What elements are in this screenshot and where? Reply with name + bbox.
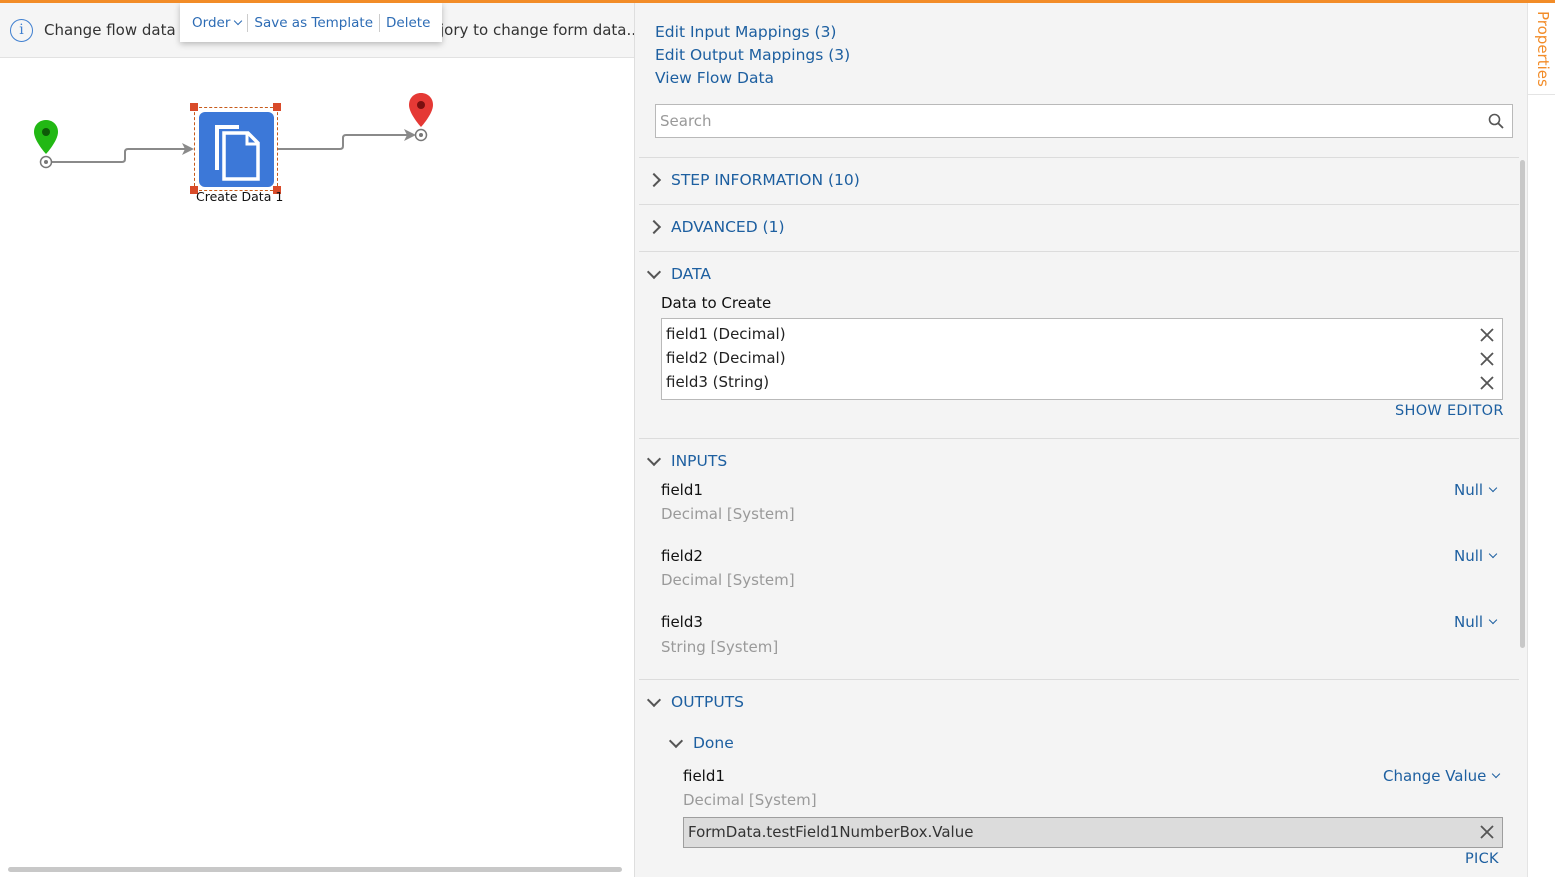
output-path-done[interactable]: Done xyxy=(668,733,734,752)
input-field-name: field2 xyxy=(661,547,703,565)
side-tab-strip: Properties xyxy=(1527,3,1555,877)
resize-handle[interactable] xyxy=(190,103,198,111)
input-value-dropdown[interactable]: Null xyxy=(1454,547,1498,565)
chevron-down-icon xyxy=(646,451,662,466)
resize-handle[interactable] xyxy=(273,103,281,111)
input-field-type: Decimal [System] xyxy=(661,571,795,589)
section-divider xyxy=(639,679,1519,680)
search-icon[interactable] xyxy=(1488,113,1504,129)
change-value-dropdown[interactable]: Change Value xyxy=(1383,767,1501,785)
section-divider xyxy=(639,157,1519,158)
chevron-down-icon xyxy=(646,264,662,279)
section-divider xyxy=(639,251,1519,252)
chevron-down-icon xyxy=(234,16,243,25)
output-value-text: FormData.testField1NumberBox.Value xyxy=(688,823,974,841)
chevron-down-icon xyxy=(1488,615,1498,625)
section-divider xyxy=(639,204,1519,205)
chevron-down-icon xyxy=(668,733,684,748)
data-to-create-list: field1 (Decimal) field2 (Decimal) field3… xyxy=(661,318,1503,400)
properties-panel: Edit Input Mappings (3) Edit Output Mapp… xyxy=(634,3,1527,877)
section-title: INPUTS xyxy=(671,452,728,470)
properties-tab[interactable]: Properties xyxy=(1528,3,1555,95)
section-title: DATA xyxy=(671,265,711,283)
input-field-type: Decimal [System] xyxy=(661,505,795,523)
list-item: field2 (Decimal) xyxy=(666,349,786,367)
list-item: field3 (String) xyxy=(666,373,770,391)
input-value-dropdown[interactable]: Null xyxy=(1454,613,1498,631)
connector-step-to-end xyxy=(278,134,410,150)
chevron-down-icon xyxy=(646,692,662,707)
show-editor-link[interactable]: SHOW EDITOR xyxy=(1395,403,1504,419)
step-label: Create Data 1 xyxy=(196,189,284,204)
mapping-links: Edit Input Mappings (3) Edit Output Mapp… xyxy=(655,21,850,90)
remove-icon[interactable] xyxy=(1480,328,1494,342)
search-input[interactable] xyxy=(660,105,1480,137)
dropdown-label: Null xyxy=(1454,613,1484,631)
chevron-right-icon xyxy=(646,219,662,235)
flow-canvas[interactable]: i Change flow data c jory to change form… xyxy=(0,3,634,877)
edit-output-mappings-link[interactable]: Edit Output Mappings (3) xyxy=(655,44,850,67)
section-advanced[interactable]: ADVANCED (1) xyxy=(646,218,785,236)
section-title: OUTPUTS xyxy=(671,693,745,711)
output-value-field[interactable]: FormData.testField1NumberBox.Value xyxy=(683,817,1503,848)
section-divider xyxy=(639,438,1519,439)
pick-link[interactable]: PICK xyxy=(1465,851,1499,867)
flow-diagram xyxy=(34,93,433,169)
input-field-name: field3 xyxy=(661,613,703,631)
order-label: Order xyxy=(192,14,231,31)
dropdown-label: Null xyxy=(1454,547,1484,565)
search-box xyxy=(655,104,1513,138)
edit-input-mappings-link[interactable]: Edit Input Mappings (3) xyxy=(655,21,850,44)
chevron-down-icon xyxy=(1488,483,1498,493)
order-menu-button[interactable]: Order xyxy=(186,15,247,31)
output-path-title: Done xyxy=(693,734,734,752)
properties-tab-label: Properties xyxy=(1534,11,1552,87)
chevron-down-icon xyxy=(1492,769,1501,779)
input-field-name: field1 xyxy=(661,481,703,499)
create-data-icon xyxy=(199,112,274,187)
section-outputs[interactable]: OUTPUTS xyxy=(646,692,745,711)
connector-start-to-step xyxy=(46,148,190,163)
step-create-data[interactable] xyxy=(194,107,278,191)
chevron-down-icon xyxy=(1488,549,1498,559)
vertical-scrollbar[interactable] xyxy=(1520,160,1525,648)
section-inputs[interactable]: INPUTS xyxy=(646,451,728,470)
dropdown-label: Null xyxy=(1454,481,1484,499)
delete-button[interactable]: Delete xyxy=(380,15,436,31)
input-value-dropdown[interactable]: Null xyxy=(1454,481,1498,499)
start-marker-icon[interactable] xyxy=(34,120,58,169)
chevron-right-icon xyxy=(646,172,662,188)
output-field-type: Decimal [System] xyxy=(683,791,817,809)
section-step-information[interactable]: STEP INFORMATION (10) xyxy=(646,171,860,189)
save-as-template-button[interactable]: Save as Template xyxy=(248,15,379,31)
section-title: STEP INFORMATION (10) xyxy=(671,171,860,189)
section-data[interactable]: DATA xyxy=(646,264,711,283)
remove-icon[interactable] xyxy=(1480,376,1494,390)
dropdown-label: Change Value xyxy=(1383,767,1487,785)
section-title: ADVANCED (1) xyxy=(671,218,785,236)
output-field-name: field1 xyxy=(683,767,725,785)
horizontal-scrollbar[interactable] xyxy=(8,867,622,872)
data-to-create-label: Data to Create xyxy=(661,294,772,312)
clear-icon[interactable] xyxy=(1480,825,1494,839)
list-item: field1 (Decimal) xyxy=(666,325,786,343)
view-flow-data-link[interactable]: View Flow Data xyxy=(655,67,850,90)
step-context-menu: Order Save as Template Delete xyxy=(180,3,443,42)
input-field-type: String [System] xyxy=(661,638,779,656)
remove-icon[interactable] xyxy=(1480,352,1494,366)
